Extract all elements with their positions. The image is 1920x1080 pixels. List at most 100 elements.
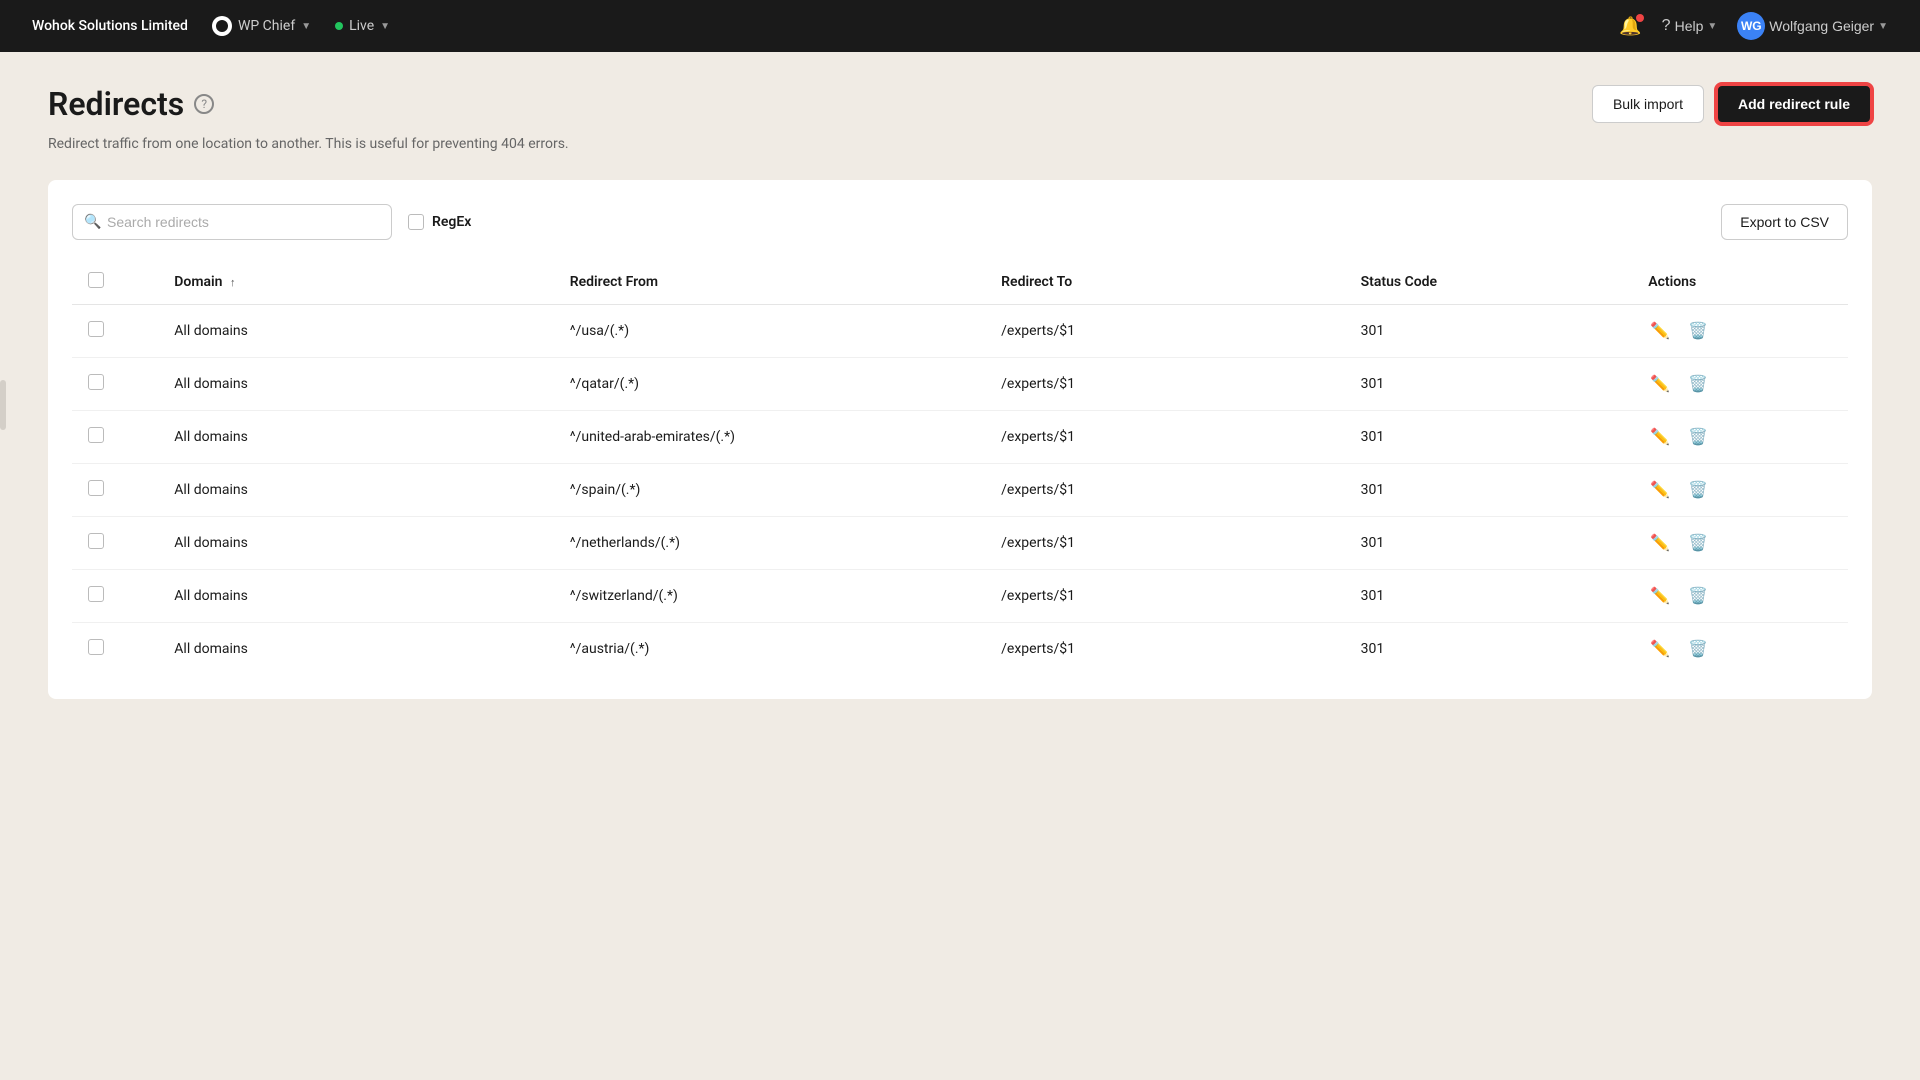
notification-dot — [1636, 14, 1644, 22]
notifications-button[interactable]: 🔔 — [1619, 16, 1641, 37]
domain-cell: All domains — [158, 358, 553, 411]
topnav-left: Wohok Solutions Limited WP Chief ▼ Live … — [32, 16, 390, 36]
status-code-cell: 301 — [1345, 623, 1633, 676]
page-title-area: Redirects ? — [48, 85, 214, 123]
bulk-import-button[interactable]: Bulk import — [1592, 85, 1704, 123]
status-code-cell: 301 — [1345, 570, 1633, 623]
actions-cell: ✏️ 🗑️ — [1632, 517, 1848, 570]
select-all-header — [72, 260, 158, 305]
actions-cell: ✏️ 🗑️ — [1632, 411, 1848, 464]
edit-button[interactable]: ✏️ — [1648, 319, 1672, 343]
regex-area: RegEx — [408, 214, 471, 230]
edit-button[interactable]: ✏️ — [1648, 637, 1672, 661]
brand-name: Wohok Solutions Limited — [32, 18, 188, 34]
main-content: Redirects ? Bulk import Add redirect rul… — [0, 52, 1920, 731]
redirects-table: Domain ↑ Redirect From Redirect To Statu… — [72, 260, 1848, 675]
table-header: Domain ↑ Redirect From Redirect To Statu… — [72, 260, 1848, 305]
wp-site-name: WP Chief — [238, 18, 295, 34]
edit-button[interactable]: ✏️ — [1648, 372, 1672, 396]
help-button[interactable]: ? Help ▼ — [1662, 17, 1718, 35]
row-check-cell — [72, 517, 158, 570]
table-toolbar: 🔍 RegEx Export to CSV — [72, 204, 1848, 240]
actions-cell: ✏️ 🗑️ — [1632, 358, 1848, 411]
delete-button[interactable]: 🗑️ — [1686, 637, 1710, 661]
table-container: 🔍 RegEx Export to CSV Domain — [48, 180, 1872, 699]
edit-button[interactable]: ✏️ — [1648, 531, 1672, 555]
action-icons: ✏️ 🗑️ — [1648, 637, 1832, 661]
action-icons: ✏️ 🗑️ — [1648, 372, 1832, 396]
table-row: All domains ^/spain/(.*) /experts/$1 301… — [72, 464, 1848, 517]
domain-cell: All domains — [158, 623, 553, 676]
toolbar-left: 🔍 RegEx — [72, 204, 471, 240]
search-input[interactable] — [72, 204, 392, 240]
table-row: All domains ^/usa/(.*) /experts/$1 301 ✏… — [72, 305, 1848, 358]
table-row: All domains ^/united-arab-emirates/(.*) … — [72, 411, 1848, 464]
add-redirect-rule-button[interactable]: Add redirect rule — [1716, 84, 1872, 124]
redirect-from-column-header: Redirect From — [554, 260, 985, 305]
status-code-column-header: Status Code — [1345, 260, 1633, 305]
redirect-to-cell: /experts/$1 — [985, 305, 1345, 358]
select-all-checkbox[interactable] — [88, 272, 104, 288]
edit-button[interactable]: ✏️ — [1648, 478, 1672, 502]
status-code-cell: 301 — [1345, 358, 1633, 411]
action-icons: ✏️ 🗑️ — [1648, 319, 1832, 343]
domain-column-header[interactable]: Domain ↑ — [158, 260, 553, 305]
row-checkbox[interactable] — [88, 586, 104, 602]
row-checkbox[interactable] — [88, 374, 104, 390]
help-label: Help — [1675, 18, 1704, 34]
delete-button[interactable]: 🗑️ — [1686, 531, 1710, 555]
domain-cell: All domains — [158, 517, 553, 570]
user-menu-button[interactable]: WG Wolfgang Geiger ▼ — [1737, 12, 1888, 40]
delete-button[interactable]: 🗑️ — [1686, 372, 1710, 396]
row-checkbox[interactable] — [88, 533, 104, 549]
edit-button[interactable]: ✏️ — [1648, 584, 1672, 608]
redirect-from-cell: ^/netherlands/(.*) — [554, 517, 985, 570]
row-check-cell — [72, 411, 158, 464]
page-title: Redirects — [48, 85, 184, 123]
row-check-cell — [72, 305, 158, 358]
page-help-icon[interactable]: ? — [194, 94, 214, 114]
scroll-indicator[interactable] — [0, 380, 6, 430]
row-checkbox[interactable] — [88, 427, 104, 443]
table-row: All domains ^/qatar/(.*) /experts/$1 301… — [72, 358, 1848, 411]
question-icon: ? — [1662, 17, 1671, 35]
live-status-label: Live — [349, 18, 374, 34]
live-status-badge[interactable]: Live ▼ — [335, 18, 390, 34]
delete-button[interactable]: 🗑️ — [1686, 319, 1710, 343]
export-csv-button[interactable]: Export to CSV — [1721, 204, 1848, 240]
search-icon: 🔍 — [84, 214, 101, 230]
edit-button[interactable]: ✏️ — [1648, 425, 1672, 449]
wp-site-selector[interactable]: WP Chief ▼ — [212, 16, 311, 36]
page-header: Redirects ? Bulk import Add redirect rul… — [48, 84, 1872, 124]
page-actions: Bulk import Add redirect rule — [1592, 84, 1872, 124]
row-check-cell — [72, 623, 158, 676]
domain-cell: All domains — [158, 411, 553, 464]
delete-button[interactable]: 🗑️ — [1686, 584, 1710, 608]
status-chevron-icon: ▼ — [380, 21, 390, 32]
top-navigation: Wohok Solutions Limited WP Chief ▼ Live … — [0, 0, 1920, 52]
row-check-cell — [72, 464, 158, 517]
redirect-to-cell: /experts/$1 — [985, 358, 1345, 411]
table-body: All domains ^/usa/(.*) /experts/$1 301 ✏… — [72, 305, 1848, 676]
user-chevron-icon: ▼ — [1878, 21, 1888, 32]
redirect-from-cell: ^/spain/(.*) — [554, 464, 985, 517]
redirect-from-cell: ^/usa/(.*) — [554, 305, 985, 358]
row-check-cell — [72, 570, 158, 623]
regex-checkbox[interactable] — [408, 214, 424, 230]
row-checkbox[interactable] — [88, 480, 104, 496]
table-header-row: Domain ↑ Redirect From Redirect To Statu… — [72, 260, 1848, 305]
row-checkbox[interactable] — [88, 321, 104, 337]
actions-cell: ✏️ 🗑️ — [1632, 305, 1848, 358]
actions-cell: ✏️ 🗑️ — [1632, 623, 1848, 676]
domain-cell: All domains — [158, 305, 553, 358]
status-code-cell: 301 — [1345, 517, 1633, 570]
delete-button[interactable]: 🗑️ — [1686, 425, 1710, 449]
redirect-to-column-header: Redirect To — [985, 260, 1345, 305]
action-icons: ✏️ 🗑️ — [1648, 531, 1832, 555]
redirect-from-cell: ^/switzerland/(.*) — [554, 570, 985, 623]
delete-button[interactable]: 🗑️ — [1686, 478, 1710, 502]
wordpress-logo — [212, 16, 232, 36]
action-icons: ✏️ 🗑️ — [1648, 425, 1832, 449]
redirect-to-cell: /experts/$1 — [985, 411, 1345, 464]
row-checkbox[interactable] — [88, 639, 104, 655]
